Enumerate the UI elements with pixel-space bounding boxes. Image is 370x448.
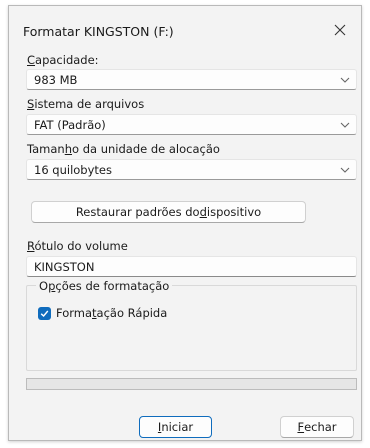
close-button[interactable] <box>327 17 353 43</box>
format-options-title: Opções de formatação <box>36 279 173 293</box>
allocation-select[interactable]: 16 quilobytes <box>26 159 357 180</box>
capacity-value: 983 MB <box>34 72 78 87</box>
close-icon <box>334 24 346 36</box>
chevron-down-icon <box>340 167 350 173</box>
quick-format-label[interactable]: Formatação Rápida <box>56 306 167 320</box>
start-button[interactable]: Iniciar <box>139 416 212 438</box>
restore-defaults-button[interactable]: Restaurar padrões do d ispositivo <box>31 201 306 223</box>
volume-label: Rótulo do volume <box>27 239 128 253</box>
close-dialog-button[interactable]: Fechar <box>280 416 354 438</box>
filesystem-value: FAT (Padrão) <box>34 117 106 132</box>
checkmark-icon <box>40 310 49 318</box>
capacity-label: Capacidade: <box>27 53 99 67</box>
capacity-select[interactable]: 983 MB <box>26 69 357 90</box>
chevron-down-icon <box>340 77 350 83</box>
allocation-value: 16 quilobytes <box>34 162 112 177</box>
filesystem-select[interactable]: FAT (Padrão) <box>26 114 357 135</box>
chevron-down-icon <box>340 122 350 128</box>
dialog-title: Formatar KINGSTON (F:) <box>23 24 174 39</box>
format-progress-bar <box>26 378 357 390</box>
format-options-group <box>26 285 357 371</box>
volume-label-input[interactable]: KINGSTON <box>26 256 357 277</box>
volume-value: KINGSTON <box>34 259 95 274</box>
filesystem-label: Sistema de arquivos <box>27 97 145 111</box>
allocation-label: Tamanho da unidade de alocação <box>27 142 220 156</box>
quick-format-checkbox[interactable] <box>38 307 51 320</box>
format-dialog: Formatar KINGSTON (F:) Capacidade: 983 M… <box>8 5 362 441</box>
